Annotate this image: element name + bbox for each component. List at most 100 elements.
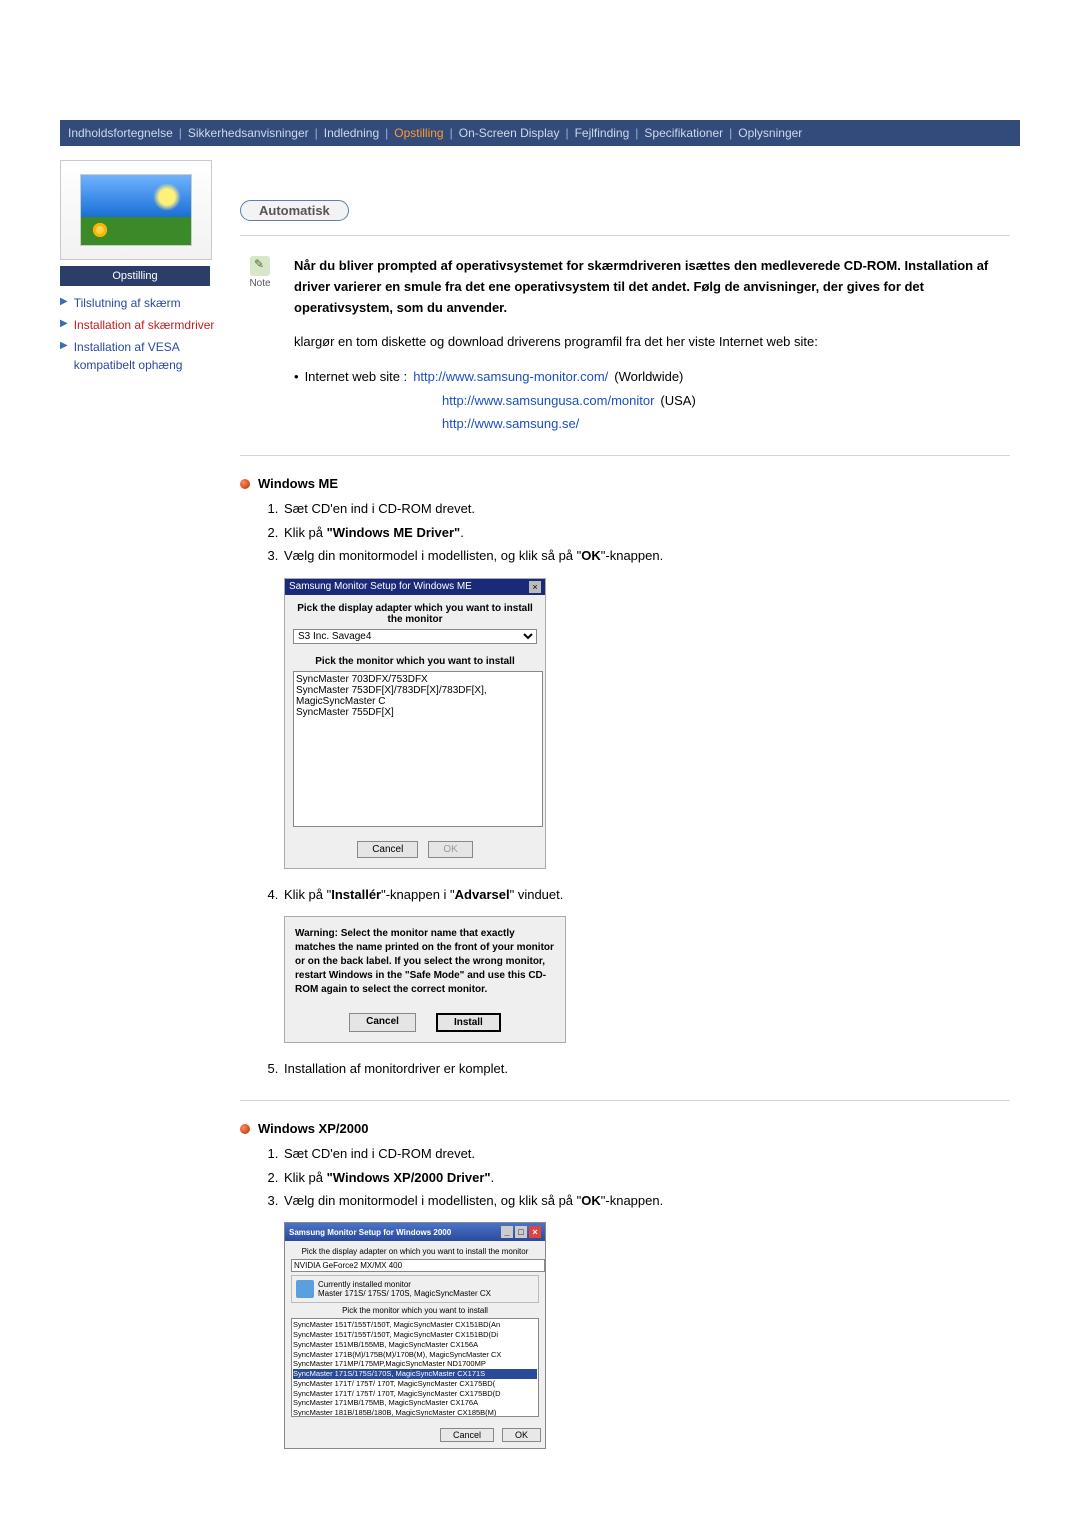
list-item[interactable]: SyncMaster 171S/175S/170S, MagicSyncMast…	[293, 1369, 537, 1379]
step-text: Vælg din monitormodel i modellisten, og …	[284, 548, 581, 563]
step-text: Klik på	[284, 1170, 327, 1185]
list-item[interactable]: SyncMaster 753DF[X]/783DF[X]/783DF[X], M…	[296, 685, 540, 707]
minimize-icon[interactable]: _	[501, 1226, 513, 1238]
list-item[interactable]: SyncMaster 171MP/175MP,MagicSyncMaster N…	[293, 1359, 537, 1369]
nav-oplysninger[interactable]: Oplysninger	[738, 126, 802, 140]
sidebar-link-driver[interactable]: ▶ Installation af skærmdriver	[60, 316, 220, 334]
step-bold: "Windows ME Driver"	[327, 525, 461, 540]
link-worldwide[interactable]: http://www.samsung-monitor.com/	[413, 365, 608, 388]
nav-sep: |	[179, 126, 182, 140]
link-usa[interactable]: http://www.samsungusa.com/monitor	[442, 389, 654, 412]
me-cancel-button[interactable]: Cancel	[357, 841, 418, 858]
step-text: Klik på "	[284, 887, 331, 902]
arrow-icon: ▶	[60, 338, 68, 374]
list-item[interactable]: SyncMaster 755DF[X]	[296, 707, 540, 718]
step-text: "-knappen.	[601, 1193, 663, 1208]
intro-bold-text: Når du bliver prompted af operativsystem…	[294, 256, 1010, 318]
step-text: .	[491, 1170, 495, 1185]
divider	[240, 235, 1010, 236]
me-adapter-select[interactable]: S3 Inc. Savage4	[293, 629, 537, 644]
me-warning-text: Warning: Select the monitor name that ex…	[295, 927, 555, 997]
link-se[interactable]: http://www.samsung.se/	[442, 412, 579, 435]
list-item[interactable]: SyncMaster 171MB/175MB, MagicSyncMaster …	[293, 1398, 537, 1408]
nav-sep: |	[450, 126, 453, 140]
list-item[interactable]: SyncMaster 171T/ 175T/ 170T, MagicSyncMa…	[293, 1389, 537, 1399]
step-bold: "Windows XP/2000 Driver"	[327, 1170, 491, 1185]
nav-fejlfinding[interactable]: Fejlfinding	[575, 126, 630, 140]
link-suffix: (Worldwide)	[614, 365, 683, 388]
sidebar-link-vesa[interactable]: ▶ Installation af VESA kompatibelt ophæn…	[60, 338, 220, 374]
step-text: Klik på	[284, 525, 327, 540]
me-steps: Sæt CD'en ind i CD-ROM drevet. Klik på "…	[262, 497, 1010, 567]
xp-dialog: Samsung Monitor Setup for Windows 2000 _…	[284, 1222, 546, 1449]
divider	[240, 455, 1010, 456]
xp-dialog-title: Samsung Monitor Setup for Windows 2000	[289, 1228, 451, 1237]
me-pick-monitor-label: Pick the monitor which you want to insta…	[293, 656, 537, 667]
xp-ok-button[interactable]: OK	[502, 1428, 541, 1442]
step-bold: Advarsel	[455, 887, 510, 902]
sidebar-title: Opstilling	[60, 266, 210, 286]
list-item[interactable]: SyncMaster 151T/155T/150T, MagicSyncMast…	[293, 1320, 537, 1330]
xp-pick-adapter-label: Pick the display adapter on which you wa…	[291, 1247, 539, 1256]
divider	[240, 1100, 1010, 1101]
me-ok-button[interactable]: OK	[428, 841, 472, 858]
me-steps-cont: Klik på "Installér"-knappen i "Advarsel"…	[262, 883, 1010, 906]
xp-adapter-select[interactable]: NVIDIA GeForce2 MX/MX 400	[291, 1259, 545, 1272]
group-value: Master 171S/ 175S/ 170S, MagicSyncMaster…	[318, 1289, 491, 1298]
section-windows-xp2000: Windows XP/2000	[240, 1121, 1010, 1136]
step-bold: Installér	[331, 887, 381, 902]
list-item[interactable]: SyncMaster 171B(M)/175B(M)/170B(M), Magi…	[293, 1350, 537, 1360]
step-text: " vinduet.	[510, 887, 564, 902]
list-item[interactable]: SyncMaster 151MB/155MB, MagicSyncMaster …	[293, 1340, 537, 1350]
xp-steps: Sæt CD'en ind i CD-ROM drevet. Klik på "…	[262, 1142, 1010, 1212]
me-warning-dialog: Warning: Select the monitor name that ex…	[284, 916, 566, 1043]
monitor-icon	[296, 1280, 314, 1298]
close-icon[interactable]: ×	[529, 581, 541, 593]
list-item[interactable]: SyncMaster 181B/185B/180B, MagicSyncMast…	[293, 1408, 537, 1417]
maximize-icon[interactable]: □	[515, 1226, 527, 1238]
sidebar-link-tilslutning[interactable]: ▶ Tilslutning af skærm	[60, 294, 220, 312]
xp-monitor-list[interactable]: SyncMaster 151T/155T/150T, MagicSyncMast…	[291, 1318, 539, 1417]
list-item[interactable]: SyncMaster 151T/155T/150T, MagicSyncMast…	[293, 1330, 537, 1340]
bullet-icon: •	[294, 365, 299, 388]
nav-spec[interactable]: Specifikationer	[644, 126, 723, 140]
note-icon	[250, 256, 270, 276]
nav-indledning[interactable]: Indledning	[324, 126, 379, 140]
nav-osd[interactable]: On-Screen Display	[459, 126, 560, 140]
me-step-4: Klik på "Installér"-knappen i "Advarsel"…	[282, 883, 1010, 906]
step-text: .	[460, 525, 464, 540]
me-monitor-list[interactable]: SyncMaster 703DFX/753DFX SyncMaster 753D…	[293, 671, 543, 827]
list-item[interactable]: SyncMaster 703DFX/753DFX	[296, 674, 540, 685]
me-step-5: Installation af monitordriver er komplet…	[282, 1057, 1010, 1080]
nav-sep: |	[729, 126, 732, 140]
section-windows-me: Windows ME	[240, 476, 1010, 491]
me-step-2: Klik på "Windows ME Driver".	[282, 521, 1010, 544]
sidebar-item-label: Installation af skærmdriver	[74, 316, 215, 334]
wallpaper-icon	[80, 174, 192, 246]
sidebar-thumbnail	[60, 160, 212, 260]
step-text: "-knappen i "	[381, 887, 455, 902]
bullet-dot-icon	[240, 479, 250, 489]
warn-install-button[interactable]: Install	[436, 1013, 501, 1032]
sidebar: Opstilling ▶ Tilslutning af skærm ▶ Inst…	[60, 160, 220, 378]
nav-sikkerhed[interactable]: Sikkerhedsanvisninger	[188, 126, 309, 140]
nav-indholdsfortegnelse[interactable]: Indholdsfortegnelse	[68, 126, 173, 140]
bullet-dot-icon	[240, 1124, 250, 1134]
me-step-3: Vælg din monitormodel i modellisten, og …	[282, 544, 1010, 567]
sidebar-item-label: Tilslutning af skærm	[74, 294, 181, 312]
step-text: Vælg din monitormodel i modellisten, og …	[284, 1193, 581, 1208]
arrow-icon: ▶	[60, 316, 68, 334]
link-suffix: (USA)	[660, 389, 695, 412]
step-bold: OK	[581, 1193, 601, 1208]
xp-cancel-button[interactable]: Cancel	[440, 1428, 494, 1442]
warn-cancel-button[interactable]: Cancel	[349, 1013, 416, 1032]
me-dialog: Samsung Monitor Setup for Windows ME × P…	[284, 578, 546, 869]
note-badge: Note	[240, 256, 280, 318]
nav-opstilling[interactable]: Opstilling	[394, 126, 443, 140]
close-icon[interactable]: ×	[529, 1226, 541, 1238]
me-step-1: Sæt CD'en ind i CD-ROM drevet.	[282, 497, 1010, 520]
section-title: Windows XP/2000	[258, 1121, 368, 1136]
automatisk-button[interactable]: Automatisk	[240, 200, 349, 221]
list-item[interactable]: SyncMaster 171T/ 175T/ 170T, MagicSyncMa…	[293, 1379, 537, 1389]
intro-plain-text: klargør en tom diskette og download driv…	[294, 332, 1010, 353]
